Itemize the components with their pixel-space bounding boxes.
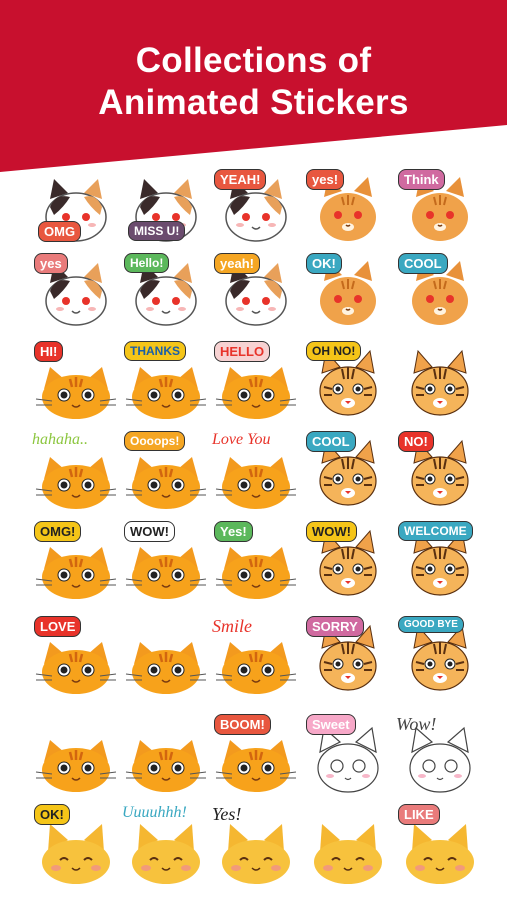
sticker-orange-love[interactable]: LOVE	[30, 614, 122, 700]
sticker-yellow-ok[interactable]: OK!	[30, 802, 122, 888]
sticker-label: COOL	[398, 253, 448, 274]
sticker-label: Love You	[212, 431, 271, 448]
sticker-tabby-no[interactable]: NO!	[394, 429, 486, 515]
sticker-label: Smile	[212, 616, 252, 636]
sticker-label: OK!	[34, 804, 70, 825]
sticker-calico-yes[interactable]: yes	[30, 251, 122, 337]
sticker-label: Hello!	[124, 253, 170, 273]
sticker-label: NO!	[398, 431, 434, 452]
sticker-yellow-like[interactable]: LIKE	[394, 802, 486, 888]
sticker-yellow-yes[interactable]: Yes!	[210, 802, 302, 888]
cat-yellow-icon	[314, 824, 382, 884]
sticker-tabby-tongue[interactable]	[394, 339, 486, 425]
sticker-label: YEAH!	[214, 169, 267, 190]
sticker-label: LIKE	[398, 804, 440, 825]
sticker-calico-miss-u[interactable]: MISS U!	[120, 167, 212, 253]
sticker-label: MISS U!	[128, 221, 186, 241]
sticker-orange-plain[interactable]	[120, 614, 212, 700]
cat-orange-round-icon	[125, 642, 207, 694]
sticker-label: WELCOME	[398, 521, 473, 541]
sticker-grid: OMG MISS U! YEAH! yes! Think yes Hello! …	[30, 167, 487, 887]
sticker-label: yes!	[306, 169, 345, 190]
page-title: Collections of Animated Stickers	[0, 40, 507, 124]
sticker-orange-oooops[interactable]: Oooops!	[120, 429, 212, 515]
sticker-label: SORRY	[306, 616, 364, 637]
sticker-calico-omg[interactable]: OMG	[30, 167, 122, 253]
sticker-tabby-welcome[interactable]: WELCOME	[394, 519, 486, 605]
sticker-label: Uuuuhhh!	[122, 804, 187, 821]
sticker-tabby-sorry[interactable]: SORRY	[302, 614, 394, 700]
title-line-2: Animated Stickers	[98, 83, 409, 122]
sticker-tabby-cool[interactable]: COOL	[394, 251, 486, 337]
sticker-white-wow[interactable]: Wow!	[394, 712, 486, 798]
sticker-label: yes	[34, 253, 68, 274]
sticker-orange-love-you[interactable]: Love You	[210, 429, 302, 515]
sticker-label: Yes!	[212, 804, 242, 824]
sticker-label: Wow!	[396, 714, 437, 734]
sticker-tabby-think[interactable]: Think	[394, 167, 486, 253]
sticker-label: HELLO	[214, 341, 271, 362]
sticker-yellow-uuuuhhh[interactable]: Uuuuhhh!	[120, 802, 212, 888]
sticker-orange-wow[interactable]: WOW!	[120, 519, 212, 605]
sticker-label: GOOD BYE	[398, 616, 464, 633]
sticker-label: LOVE	[34, 616, 82, 637]
sticker-orange-omg[interactable]: OMG!	[30, 519, 122, 605]
sticker-label: OH NO!	[306, 341, 362, 361]
sticker-label: Sweet	[306, 714, 356, 735]
sticker-label: HI!	[34, 341, 64, 362]
sticker-label: OMG	[38, 221, 82, 242]
sticker-tabby-good-bye[interactable]: GOOD BYE	[394, 614, 486, 700]
sticker-label: BOOM!	[214, 714, 271, 735]
sticker-tabby-ok[interactable]: OK!	[302, 251, 394, 337]
sticker-orange-sleepy[interactable]	[30, 712, 122, 798]
title-line-1: Collections of	[135, 41, 372, 80]
sticker-orange-hahaha[interactable]: hahaha..	[30, 429, 122, 515]
sticker-label: hahaha..	[32, 431, 88, 448]
sticker-orange-hi[interactable]: HI!	[30, 339, 122, 425]
cat-orange-round-icon	[35, 740, 117, 792]
sticker-orange-boom[interactable]: BOOM!	[210, 712, 302, 798]
sticker-tabby-cool-2[interactable]: COOL	[302, 429, 394, 515]
sticker-calico-yeah-lower[interactable]: yeah!	[210, 251, 302, 337]
sticker-label: OK!	[306, 253, 342, 274]
sticker-label: Yes!	[214, 521, 253, 542]
sticker-label: COOL	[306, 431, 356, 452]
sticker-label: OMG!	[34, 521, 82, 542]
sticker-orange-hello[interactable]: HELLO	[210, 339, 302, 425]
sticker-orange-thanks[interactable]: THANKS	[120, 339, 212, 425]
sticker-label: THANKS	[124, 341, 186, 361]
sticker-label: Think	[398, 169, 445, 190]
sticker-yellow-heart-eyes[interactable]	[302, 802, 394, 888]
sticker-label: Oooops!	[124, 431, 186, 451]
sticker-orange-grumpy[interactable]	[120, 712, 212, 798]
sticker-tabby-yes[interactable]: yes!	[302, 167, 394, 253]
sticker-tabby-wow[interactable]: WOW!	[302, 519, 394, 605]
sticker-tabby-oh-no[interactable]: OH NO!	[302, 339, 394, 425]
sticker-calico-yeah[interactable]: YEAH!	[210, 167, 302, 253]
header-banner: Collections of Animated Stickers	[0, 0, 507, 175]
sticker-orange-smile[interactable]: Smile	[210, 614, 302, 700]
cat-orange-round-icon	[125, 740, 207, 792]
cat-striped-icon	[411, 349, 469, 416]
sticker-orange-yes[interactable]: Yes!	[210, 519, 302, 605]
sticker-label: yeah!	[214, 253, 260, 274]
sticker-label: WOW!	[124, 521, 175, 542]
sticker-white-sweet[interactable]: Sweet	[302, 712, 394, 798]
sticker-calico-hello[interactable]: Hello!	[120, 251, 212, 337]
sticker-label: WOW!	[306, 521, 357, 542]
